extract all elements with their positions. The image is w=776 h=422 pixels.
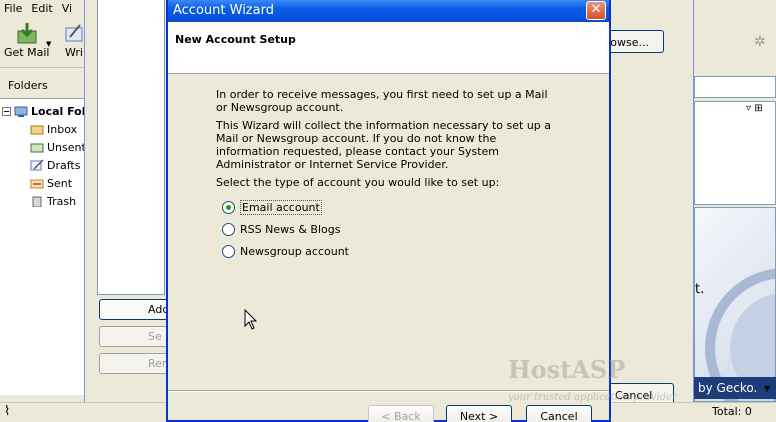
folder-label: Inbox [47,122,78,136]
message-fragment: t. [695,282,705,297]
folder-label: Drafts [47,158,81,172]
unsent-icon [30,141,44,153]
newsgroup-radio[interactable] [222,244,235,258]
wizard-page-title: New Account Setup [175,33,296,46]
menu-edit[interactable]: Edit [31,2,52,18]
total-count: Total: 0 [712,405,752,418]
info-paragraph: This Wizard will collect the information… [216,119,552,171]
rss-label: RSS News & Blogs [240,222,341,236]
add-account-button[interactable]: Add [99,299,169,320]
folder-sent[interactable]: Sent [30,175,72,191]
browse-button[interactable]: rowse... [604,30,664,53]
globe-graphic-icon [705,268,775,401]
menu-file[interactable]: File [4,2,22,18]
account-tree [97,0,165,295]
watermark-tagline: your trusted application provider [508,392,677,403]
local-folders-icon [14,105,28,117]
collapse-icon[interactable]: − [2,106,11,116]
close-icon[interactable]: ✕ [586,1,606,20]
remove-account-button[interactable]: Rem [99,353,169,374]
email-account-option[interactable]: Email account [222,199,322,215]
wizard-description: In order to receive messages, you first … [216,88,556,194]
scroll-down-icon[interactable]: ▼ [764,384,770,393]
wizard-cancel-button[interactable]: Cancel [526,405,592,422]
folder-inbox[interactable]: Inbox [30,121,77,137]
back-button[interactable]: < Back [368,405,434,422]
wizard-header: New Account Setup [168,22,609,74]
folder-local-folders[interactable]: − Local Fol [2,103,86,119]
email-account-label: Email account [240,199,322,215]
thread-list [694,101,776,205]
set-default-label: Se [148,330,162,343]
select-prompt: Select the type of account you would lik… [216,176,500,189]
folder-unsent[interactable]: Unsent [30,139,86,155]
write-label: Wri [65,46,83,59]
wizard-title-bar: Account Wizard ✕ [168,0,609,22]
folder-drafts[interactable]: Drafts [30,157,80,173]
newsgroup-option[interactable]: Newsgroup account [222,243,349,259]
watermark-logo: HostASP [508,355,626,384]
inbox-icon [30,123,44,135]
intro-paragraph: In order to receive messages, you first … [216,88,548,114]
trash-icon [30,195,44,208]
wizard-title: Account Wizard [173,3,274,18]
write-icon [64,22,84,44]
newsgroup-label: Newsgroup account [240,244,349,258]
folders-header: Folders [8,79,48,92]
sent-icon [30,177,44,189]
folder-label: Trash [47,194,77,208]
get-mail-dropdown-icon[interactable]: ▼ [46,40,51,48]
message-preview [694,207,776,402]
throbber-icon: ✲ [754,34,766,50]
rss-option[interactable]: RSS News & Blogs [222,221,340,237]
get-mail-label: Get Mail [4,46,50,59]
folder-label: Sent [47,176,73,190]
menu-view[interactable]: Vi [62,2,72,18]
rss-radio[interactable] [222,222,235,236]
email-account-radio[interactable] [222,200,235,214]
folder-label: Unsent [47,140,86,154]
folder-trash[interactable]: Trash [30,193,76,209]
set-default-button[interactable]: Se [99,326,169,347]
get-mail-icon [14,22,40,44]
drafts-icon [30,159,44,171]
main-toolbar: Get Mail ▼ Wri [0,18,84,68]
mouse-cursor-icon [244,308,258,334]
menu-bar: File Edit Vi [0,0,84,18]
search-input[interactable] [694,76,776,98]
write-button[interactable]: Wri [64,22,84,59]
folder-label: Local Fol [31,104,86,118]
next-button[interactable]: Next > [446,405,512,422]
get-mail-button[interactable]: Get Mail [4,22,49,59]
column-picker-icon[interactable]: ▿ ⊞ [746,103,763,114]
online-status-icon[interactable]: ⌇ [4,404,10,419]
folder-pane: − Local Fol Inbox Unsent Drafts Sent Tra… [0,98,86,395]
